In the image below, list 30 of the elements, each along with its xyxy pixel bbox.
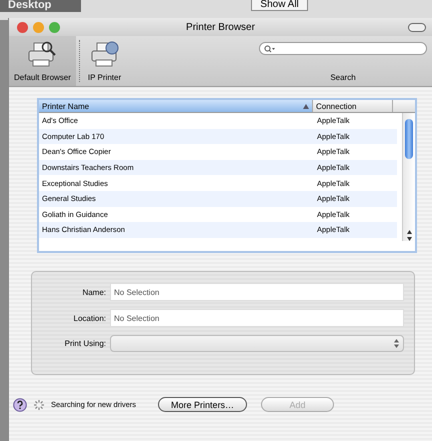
stepper-icon [394, 339, 399, 348]
toolbar-item[interactable]: IP Printer [82, 36, 126, 86]
help-icon[interactable] [13, 398, 27, 412]
window-title: Printer Browser [186, 22, 255, 32]
column-header[interactable]: Printer Name [39, 100, 313, 112]
scroll-up-icon[interactable] [406, 230, 412, 234]
field-label: Name: [81, 288, 106, 296]
scrollbar[interactable] [402, 113, 415, 241]
toolbar-item[interactable]: Default Browser [9, 36, 76, 86]
scroll-down-icon[interactable] [406, 237, 412, 241]
show-all-button[interactable]: Show All [251, 0, 308, 11]
printer-icon [90, 41, 120, 69]
text-field[interactable]: No Selection [110, 309, 404, 327]
scroll-thumb[interactable] [405, 119, 413, 159]
desktop-title: Desktop [0, 0, 82, 12]
zoom-icon[interactable] [49, 22, 60, 32]
close-icon[interactable] [17, 22, 28, 32]
spinner-icon [33, 398, 45, 410]
search-field[interactable] [259, 42, 427, 55]
printer-icon [27, 41, 58, 69]
more-printers-button[interactable]: More Printers… [158, 397, 248, 412]
field-label: Print Using: [64, 339, 106, 348]
sort-icon [303, 104, 309, 108]
header-corner [393, 100, 415, 112]
search-icon [264, 44, 276, 52]
column-header[interactable]: Connection [313, 100, 393, 112]
search-label: Search [330, 73, 356, 82]
text-field[interactable]: No Selection [110, 283, 404, 301]
pill-button[interactable] [408, 22, 426, 32]
field-label: Location: [72, 314, 106, 322]
